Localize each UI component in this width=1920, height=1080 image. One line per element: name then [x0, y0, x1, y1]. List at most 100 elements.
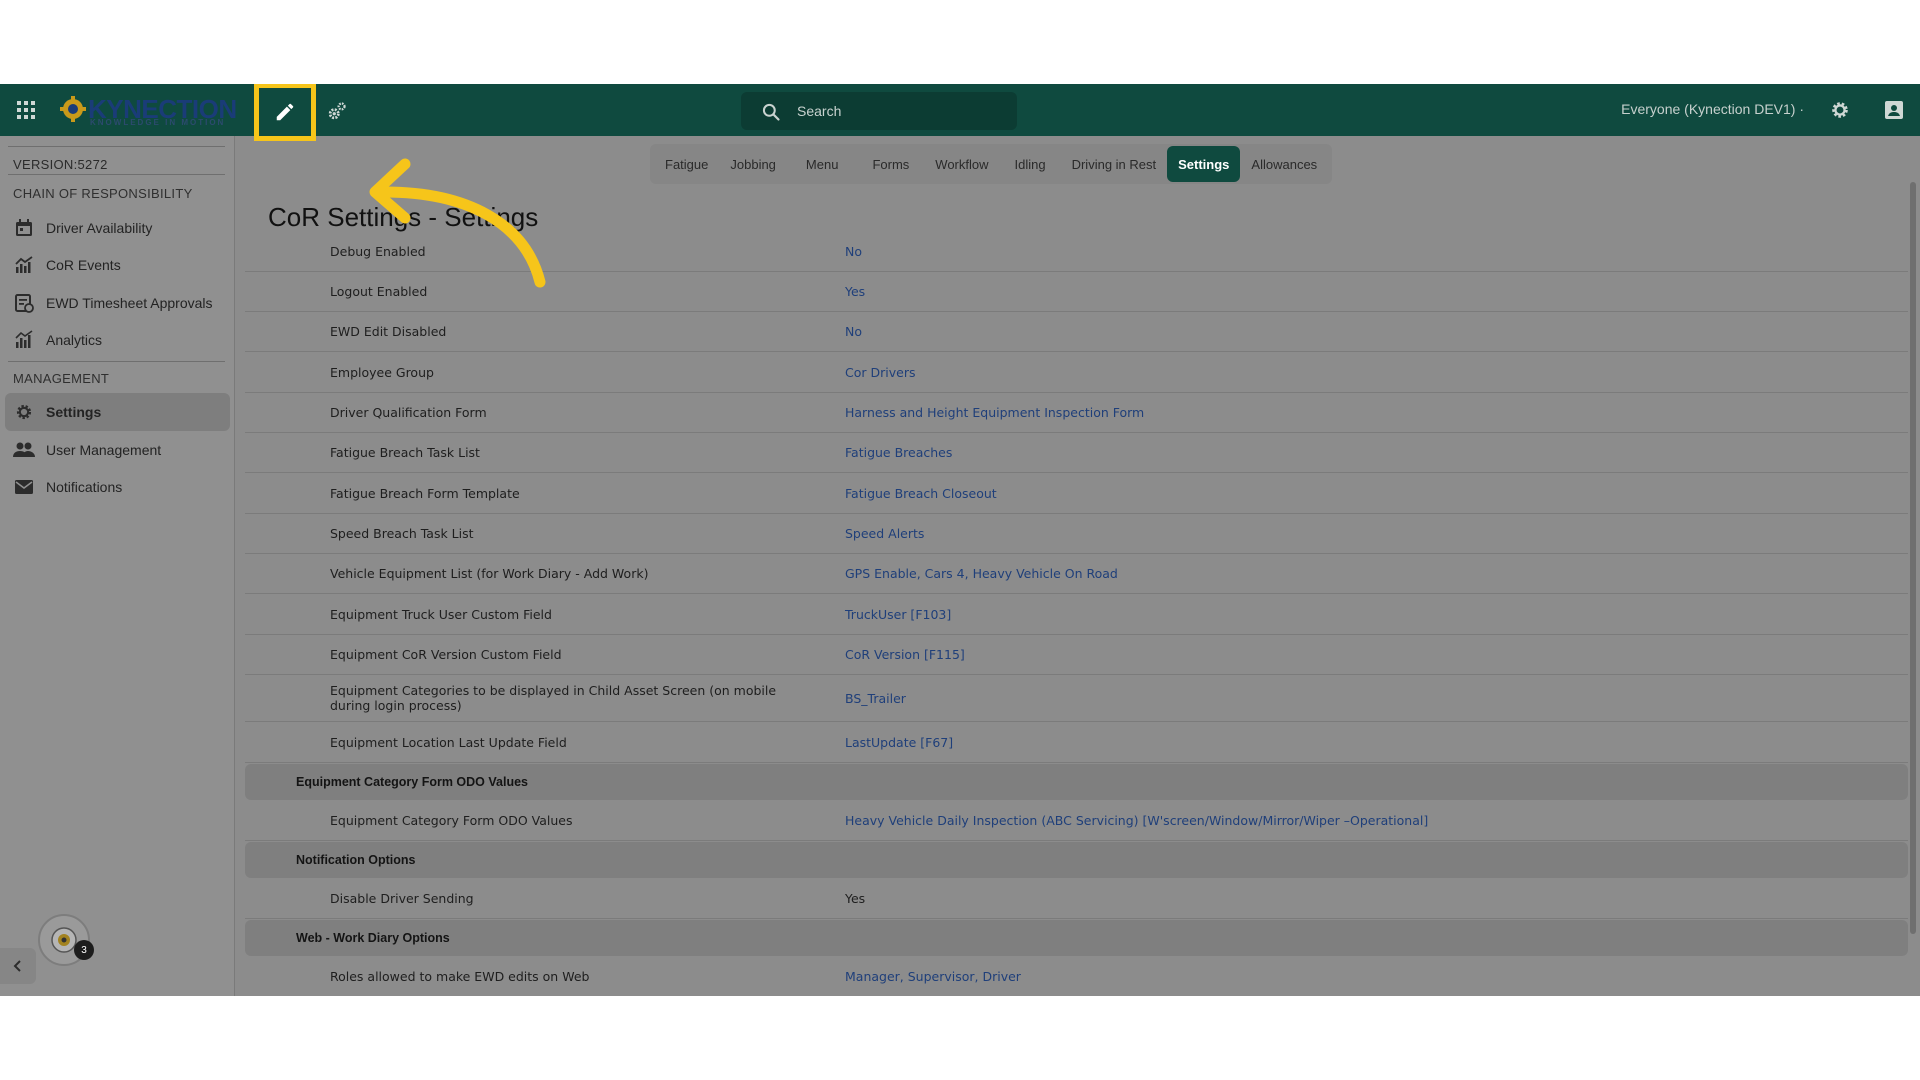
setting-key: Disable Driver Sending — [330, 891, 474, 906]
setting-key: Equipment CoR Version Custom Field — [330, 647, 562, 662]
tab-idling[interactable]: Idling — [1000, 146, 1061, 182]
tab-workflow[interactable]: Workflow — [924, 146, 999, 182]
setting-row: Fatigue Breach Task List Fatigue Breache… — [245, 433, 1908, 473]
sidebar-item-label: Settings — [46, 404, 102, 420]
setting-value-link[interactable]: No — [845, 324, 862, 339]
setting-value-link[interactable]: CoR Version [F115] — [845, 647, 965, 662]
setting-key: Equipment Categories to be displayed in … — [330, 683, 777, 713]
kynection-logo[interactable]: KYNECTION KNOWLEDGE IN MOTION — [60, 94, 237, 127]
account-icon[interactable] — [1882, 98, 1906, 122]
sidebar-item-label: Analytics — [46, 332, 103, 348]
settings-table: Debug Enabled No Logout Enabled Yes EWD … — [245, 232, 1908, 996]
setting-key: Vehicle Equipment List (for Work Diary -… — [330, 566, 649, 581]
sidebar-item-ewd-timesheet-approvals[interactable]: EWD Timesheet Approvals — [5, 284, 230, 322]
group-header: Equipment Category Form ODO Values — [245, 764, 1908, 800]
tab-menu[interactable]: Menu — [787, 146, 858, 182]
setting-key: Roles allowed to make EWD edits on Web — [330, 969, 590, 984]
settings-gear-icon[interactable] — [1828, 98, 1852, 122]
setting-row: Driver Qualification Form Harness and He… — [245, 393, 1908, 433]
tab-settings[interactable]: Settings — [1167, 146, 1241, 182]
tab-driving-in-rest[interactable]: Driving in Rest — [1061, 146, 1168, 182]
sidebar-item-label: User Management — [46, 442, 162, 458]
setting-value-link[interactable]: Heavy Vehicle Daily Inspection (ABC Serv… — [845, 813, 1428, 828]
group-header: Web - Work Diary Options — [245, 920, 1908, 956]
setting-row: Equipment CoR Version Custom Field CoR V… — [245, 635, 1908, 675]
sidebar-item-user-management[interactable]: User Management — [5, 431, 230, 469]
setting-value-link[interactable]: Manager, Supervisor, Driver — [845, 969, 1021, 984]
setting-value-link[interactable]: GPS Enable, Cars 4, Heavy Vehicle On Roa… — [845, 566, 1118, 581]
sidebar-item-label: Driver Availability — [46, 220, 153, 236]
sidebar-item-cor-events[interactable]: CoR Events — [5, 246, 230, 284]
setting-row: EWD Edit Disabled No — [245, 312, 1908, 352]
setting-key: Equipment Truck User Custom Field — [330, 606, 552, 622]
bar-chart-icon — [12, 328, 36, 352]
setting-value-link[interactable]: Cor Drivers — [845, 365, 915, 380]
setting-value-link[interactable]: Fatigue Breaches — [845, 445, 952, 460]
setting-row: Fatigue Breach Form Template Fatigue Bre… — [245, 473, 1908, 514]
timesheet-icon — [12, 291, 36, 315]
group-header: Notification Options — [245, 842, 1908, 878]
group-title: Equipment Category Form ODO Values — [296, 775, 528, 789]
sidebar-item-settings[interactable]: Settings — [5, 393, 230, 431]
edit-button[interactable] — [254, 84, 316, 141]
setting-value-link[interactable]: Harness and Height Equipment Inspection … — [845, 405, 1144, 420]
gear-icon — [12, 400, 36, 424]
setting-value-link[interactable]: LastUpdate [F67] — [845, 735, 953, 750]
search-box[interactable]: Search — [741, 92, 1017, 130]
setting-value-link[interactable]: Fatigue Breach Closeout — [845, 486, 997, 501]
sidebar-item-label: CoR Events — [46, 257, 121, 273]
setting-key: Fatigue Breach Form Template — [330, 485, 520, 501]
setting-value-link[interactable]: Yes — [845, 284, 865, 299]
setting-row: Speed Breach Task List Speed Alerts — [245, 514, 1908, 554]
pencil-icon — [276, 103, 294, 121]
chevron-left-icon — [13, 960, 21, 972]
divider — [8, 146, 225, 147]
setting-row: Equipment Truck User Custom Field TruckU… — [245, 594, 1908, 635]
users-icon — [12, 438, 36, 462]
setting-row: Disable Driver Sending Yes — [245, 879, 1908, 919]
group-title: Notification Options — [296, 853, 416, 867]
setting-key: EWD Edit Disabled — [330, 324, 447, 339]
logo-mark-icon — [60, 96, 86, 122]
setting-row: Equipment Category Form ODO Values Heavy… — [245, 801, 1908, 841]
divider — [8, 361, 225, 362]
tab-jobbing[interactable]: Jobbing — [719, 146, 787, 182]
user-group-selector[interactable]: Everyone (Kynection DEV1) · — [1621, 101, 1804, 117]
setting-value-link[interactable]: No — [845, 244, 862, 259]
chart-icon — [12, 253, 36, 277]
sidebar-item-driver-availability[interactable]: Driver Availability — [5, 209, 230, 247]
setting-key: Speed Breach Task List — [330, 526, 474, 541]
app-window: KYNECTION KNOWLEDGE IN MOTION Search Eve… — [0, 84, 1920, 996]
sidebar: VERSION:5272 CHAIN OF RESPONSIBILITY Dri… — [0, 136, 235, 996]
mail-icon — [12, 475, 36, 499]
setting-row: Employee Group Cor Drivers — [245, 352, 1908, 393]
setting-key: Equipment Category Form ODO Values — [330, 813, 573, 828]
settings-tabs: Fatigue Jobbing Menu Forms Workflow Idli… — [650, 144, 1333, 184]
apps-grid-icon[interactable] — [14, 98, 38, 122]
setting-value-link[interactable]: BS_Trailer — [845, 691, 906, 706]
setting-row: Vehicle Equipment List (for Work Diary -… — [245, 554, 1908, 594]
search-input[interactable]: Search — [797, 103, 841, 119]
setting-value: Yes — [845, 891, 866, 906]
sidebar-item-label: Notifications — [46, 479, 123, 495]
setting-value-link[interactable]: TruckUser [F103] — [845, 607, 951, 622]
tab-allowances[interactable]: Allowances — [1240, 146, 1328, 182]
top-bar: KYNECTION KNOWLEDGE IN MOTION Search Eve… — [0, 84, 1920, 141]
cogs-icon[interactable] — [324, 98, 350, 124]
group-title: Web - Work Diary Options — [296, 931, 450, 945]
tab-forms[interactable]: Forms — [857, 146, 924, 182]
tab-fatigue[interactable]: Fatigue — [654, 146, 719, 182]
sidebar-item-notifications[interactable]: Notifications — [5, 468, 230, 506]
search-icon — [762, 103, 780, 121]
collapse-sidebar-button[interactable] — [0, 948, 36, 984]
logo-tagline: KNOWLEDGE IN MOTION — [90, 118, 226, 127]
sidebar-item-label: EWD Timesheet Approvals — [46, 295, 213, 311]
setting-value-link[interactable]: Speed Alerts — [845, 526, 924, 541]
scrollbar[interactable] — [1910, 182, 1916, 934]
setting-key: Equipment Location Last Update Field — [330, 734, 567, 750]
notification-count-badge: 3 — [74, 940, 94, 960]
setting-row: Roles allowed to make EWD edits on Web M… — [245, 957, 1908, 996]
sidebar-item-analytics[interactable]: Analytics — [5, 321, 230, 359]
section-title-management: MANAGEMENT — [13, 371, 110, 386]
annotation-arrow-icon — [369, 158, 546, 288]
